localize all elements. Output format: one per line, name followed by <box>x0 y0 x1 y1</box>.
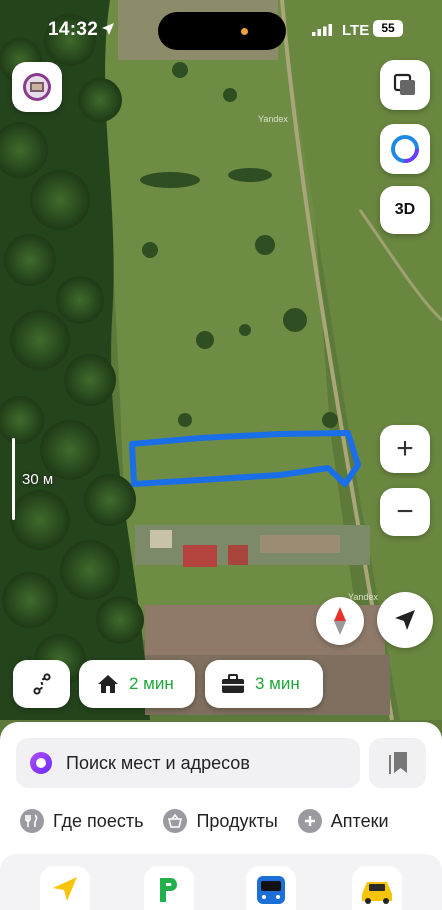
category-food[interactable]: Где поесть <box>20 809 143 833</box>
parking-icon <box>160 878 178 902</box>
route-icon <box>32 673 51 695</box>
battery-indicator: 55 <box>373 20 403 37</box>
category-label: Где поесть <box>53 810 144 831</box>
bottom-sheet: Поиск мест и адресов Где поесть Продукты… <box>0 722 442 910</box>
basket-icon <box>163 809 188 833</box>
tab-transport[interactable] <box>246 866 296 910</box>
category-label: Аптеки <box>330 810 389 831</box>
location-arrow-icon <box>102 23 114 35</box>
map-layers-button[interactable] <box>380 60 430 110</box>
category-groceries[interactable]: Продукты <box>163 809 278 833</box>
service-tab-bar <box>0 854 442 910</box>
3d-toggle-button[interactable]: 3D <box>380 186 430 234</box>
category-label: Продукты <box>196 810 278 831</box>
route-button[interactable] <box>13 660 70 708</box>
zoom-out-button[interactable]: − <box>380 488 430 536</box>
my-location-button[interactable] <box>377 592 433 648</box>
bookmarks-button[interactable] <box>369 738 426 788</box>
privacy-indicator-dot <box>241 28 248 35</box>
avatar-icon <box>23 73 51 101</box>
cellular-signal-icon <box>312 24 332 36</box>
layers-icon <box>393 73 415 95</box>
work-route-chip[interactable]: 3 мин <box>205 660 323 708</box>
bus-icon <box>257 876 285 904</box>
home-icon <box>98 675 118 693</box>
tab-taxi[interactable] <box>352 866 402 910</box>
dynamic-island <box>158 12 286 50</box>
taxi-icon <box>362 882 392 904</box>
status-time: 14:32 <box>48 19 99 40</box>
navigation-arrow-icon <box>395 610 415 630</box>
compass-button[interactable] <box>316 597 364 645</box>
alice-assistant-button[interactable] <box>380 124 430 174</box>
navigator-arrow-icon <box>53 877 77 901</box>
alice-search-icon[interactable] <box>30 752 52 774</box>
bookmark-icon <box>388 752 407 774</box>
network-type: LTE <box>342 22 370 39</box>
tab-navigator[interactable] <box>40 866 90 910</box>
tab-parking[interactable] <box>144 866 194 910</box>
status-bar: 14:32 LTE 55 <box>0 0 442 56</box>
scale-bar <box>12 438 15 520</box>
profile-button[interactable] <box>12 62 62 112</box>
zoom-in-button[interactable]: + <box>380 425 430 473</box>
search-bar[interactable]: Поиск мест и адресов <box>16 738 360 788</box>
category-pharmacy[interactable]: Аптеки <box>297 809 389 833</box>
fork-knife-icon <box>20 809 44 833</box>
category-bar: Где поесть Продукты Аптеки <box>20 806 409 836</box>
home-travel-time: 2 мин <box>129 674 174 693</box>
work-travel-time: 3 мин <box>255 674 300 693</box>
compass-icon <box>334 607 346 635</box>
plus-icon <box>297 809 322 833</box>
home-route-chip[interactable]: 2 мин <box>79 660 195 708</box>
search-placeholder: Поиск мест и адресов <box>66 752 250 773</box>
scale-label: 30 м <box>22 471 54 488</box>
map-watermark: Yandex <box>258 114 288 124</box>
alice-icon <box>391 135 419 163</box>
briefcase-icon <box>222 674 244 693</box>
